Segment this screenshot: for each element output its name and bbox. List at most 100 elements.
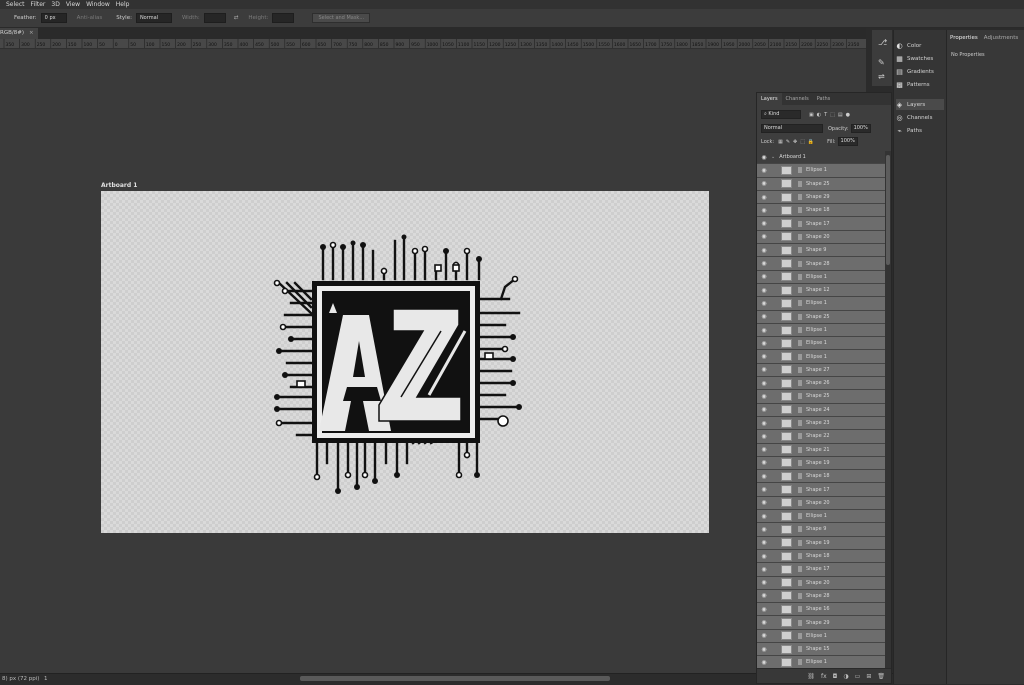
- eye-icon[interactable]: ◉: [757, 327, 771, 334]
- eye-icon[interactable]: ◉: [757, 433, 771, 440]
- tab-layers[interactable]: Layers: [757, 93, 782, 105]
- eye-icon[interactable]: ◉: [757, 233, 771, 240]
- tab-paths[interactable]: Paths: [813, 93, 835, 105]
- layer-row[interactable]: ◉ Shape 25: [757, 390, 885, 404]
- eye-icon[interactable]: ◉: [757, 473, 771, 480]
- new-layer-icon[interactable]: ⊞: [866, 673, 871, 680]
- adjustment-icon[interactable]: ◑: [843, 673, 848, 680]
- close-icon[interactable]: ×: [29, 28, 34, 39]
- width-input[interactable]: [203, 13, 226, 23]
- layers-scrollbar-thumb[interactable]: [886, 155, 890, 265]
- layer-row[interactable]: ◉ Shape 24: [757, 403, 885, 417]
- layer-row[interactable]: ◉ Shape 29: [757, 616, 885, 630]
- layer-row[interactable]: ◉ Shape 21: [757, 443, 885, 457]
- layer-row[interactable]: ◉ Ellipse 1: [757, 297, 885, 311]
- eye-icon[interactable]: ◉: [757, 566, 771, 573]
- antialias-checkbox[interactable]: Anti-alias: [77, 15, 103, 21]
- side-panel-color[interactable]: ◐ Color: [896, 40, 944, 51]
- side-panel-paths[interactable]: ⌁ Paths: [896, 125, 944, 136]
- height-input[interactable]: [272, 13, 295, 23]
- eye-icon[interactable]: ◉: [757, 606, 771, 613]
- layer-row[interactable]: ◉ Shape 17: [757, 217, 885, 231]
- tab-channels[interactable]: Channels: [782, 93, 813, 105]
- mask-icon[interactable]: ◘: [833, 673, 838, 680]
- eye-icon[interactable]: ◉: [757, 459, 771, 466]
- eye-icon[interactable]: ◉: [757, 646, 771, 653]
- eye-icon[interactable]: ◉: [757, 340, 771, 347]
- menu-item-3d[interactable]: 3D: [51, 1, 59, 8]
- eye-icon[interactable]: ◉: [757, 659, 771, 666]
- layer-group-row[interactable]: ◉ ⌄ Artboard 1: [757, 151, 885, 165]
- layer-row[interactable]: ◉ Shape 15: [757, 642, 885, 657]
- swap-icon[interactable]: ⇄: [234, 15, 239, 21]
- layer-row[interactable]: ◉ Ellipse 1: [757, 350, 885, 364]
- eye-icon[interactable]: ◉: [757, 313, 771, 320]
- layer-row[interactable]: ◉ Shape 20: [757, 496, 885, 511]
- layer-row[interactable]: ◉ Shape 19: [757, 536, 885, 550]
- eye-icon[interactable]: ◉: [757, 486, 771, 493]
- fill-input[interactable]: 100%: [837, 137, 858, 146]
- style-select[interactable]: Normal: [135, 13, 172, 23]
- tab-adjustments[interactable]: Adjustments: [981, 33, 1021, 43]
- layer-row[interactable]: ◉ Ellipse 1: [757, 323, 885, 338]
- layer-row[interactable]: ◉ Shape 9: [757, 523, 885, 537]
- menu-item-view[interactable]: View: [66, 1, 80, 8]
- layer-row[interactable]: ◉ Shape 27: [757, 363, 885, 378]
- opacity-input[interactable]: 100%: [850, 124, 871, 133]
- adjust-icon[interactable]: ⇌: [878, 72, 885, 81]
- menu-item-help[interactable]: Help: [116, 1, 130, 8]
- layer-row[interactable]: ◉ Ellipse 1: [757, 510, 885, 524]
- eye-icon[interactable]: ◉: [757, 592, 771, 599]
- eye-icon[interactable]: ◉: [757, 287, 771, 294]
- eye-icon[interactable]: ◉: [757, 207, 771, 214]
- side-panel-layers[interactable]: ◈ Layers: [896, 99, 944, 110]
- eye-icon[interactable]: ◉: [757, 220, 771, 227]
- layer-row[interactable]: ◉ Shape 29: [757, 190, 885, 205]
- tab-properties[interactable]: Properties: [947, 33, 981, 43]
- side-panel-channels[interactable]: ◎ Channels: [896, 112, 944, 123]
- layer-row[interactable]: ◉ Shape 16: [757, 603, 885, 617]
- eye-icon[interactable]: ◉: [757, 420, 771, 427]
- eye-icon[interactable]: ◉: [757, 526, 771, 533]
- brush-icon[interactable]: ✎: [878, 58, 885, 67]
- layer-row[interactable]: ◉ Shape 28: [757, 257, 885, 271]
- layer-row[interactable]: ◉ Shape 26: [757, 377, 885, 391]
- layer-row[interactable]: ◉ Shape 18: [757, 204, 885, 218]
- layer-row[interactable]: ◉ Shape 28: [757, 589, 885, 604]
- eye-icon[interactable]: ◉: [757, 366, 771, 373]
- layer-row[interactable]: ◉ Ellipse 1: [757, 629, 885, 643]
- side-panel-swatches[interactable]: ▦ Swatches: [896, 53, 944, 64]
- chevron-down-icon[interactable]: ⌄: [771, 154, 775, 160]
- horizontal-scrollbar[interactable]: [300, 676, 610, 681]
- eye-icon[interactable]: ◉: [757, 513, 771, 520]
- layer-row[interactable]: ◉ Ellipse 1: [757, 656, 885, 668]
- eye-icon[interactable]: ◉: [757, 579, 771, 586]
- eye-icon[interactable]: ◉: [757, 380, 771, 387]
- layer-row[interactable]: ◉ Shape 17: [757, 563, 885, 577]
- layer-row[interactable]: ◉ Ellipse 1: [757, 337, 885, 351]
- folder-icon[interactable]: ▭: [855, 673, 861, 680]
- eye-icon[interactable]: ◉: [757, 499, 771, 506]
- layer-row[interactable]: ◉ Shape 25: [757, 310, 885, 324]
- eye-icon[interactable]: ◉: [757, 260, 771, 267]
- layer-row[interactable]: ◉ Shape 17: [757, 483, 885, 497]
- eye-icon[interactable]: ◉: [757, 154, 771, 161]
- document-tab[interactable]: RGB/8#) ×: [0, 28, 38, 39]
- eye-icon[interactable]: ◉: [757, 393, 771, 400]
- eye-icon[interactable]: ◉: [757, 353, 771, 360]
- eye-icon[interactable]: ◉: [757, 194, 771, 201]
- menu-item-window[interactable]: Window: [86, 1, 110, 8]
- select-and-mask-button[interactable]: Select and Mask...: [312, 13, 371, 23]
- layer-row[interactable]: ◉ Shape 18: [757, 470, 885, 484]
- eye-icon[interactable]: ◉: [757, 553, 771, 560]
- history-icon[interactable]: ⎇: [878, 38, 887, 47]
- eye-icon[interactable]: ◉: [757, 539, 771, 546]
- layer-row[interactable]: ◉ Shape 12: [757, 283, 885, 298]
- fx-icon[interactable]: fx: [821, 673, 827, 680]
- trash-icon[interactable]: 🗑: [877, 673, 885, 680]
- layer-row[interactable]: ◉ Shape 25: [757, 177, 885, 191]
- filter-type-icons[interactable]: ▣◐T⬚▤●: [809, 112, 853, 118]
- eye-icon[interactable]: ◉: [757, 632, 771, 639]
- eye-icon[interactable]: ◉: [757, 247, 771, 254]
- eye-icon[interactable]: ◉: [757, 446, 771, 453]
